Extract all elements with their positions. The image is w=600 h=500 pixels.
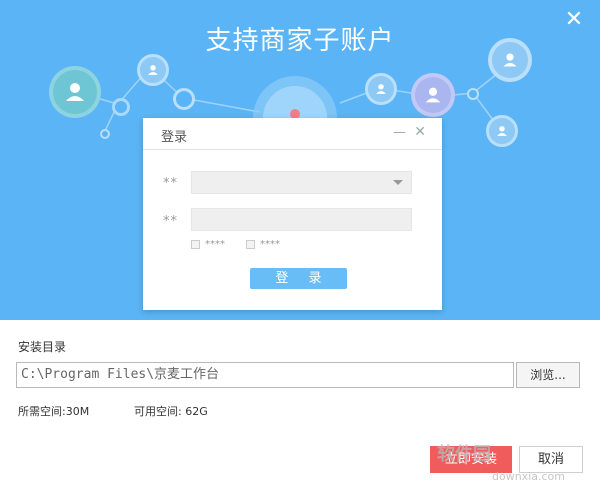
network-node: [112, 98, 130, 116]
watermark-url: downxia.com: [492, 470, 565, 483]
dialog-title: 登录: [161, 130, 188, 145]
required-space-text: 所需空间:30M: [18, 405, 90, 418]
network-node: [100, 129, 110, 139]
login-dialog-preview: 登录 — ✕ ** ** **** **** 登 录: [143, 118, 442, 310]
field-label: **: [163, 214, 178, 229]
user-avatar-icon: [365, 73, 397, 105]
checkbox-preview: ****: [246, 239, 280, 250]
available-space-text: 可用空间: 62G: [134, 405, 208, 418]
watermark-logo: 软件园: [437, 444, 491, 465]
close-icon[interactable]: ✕: [562, 8, 586, 32]
dialog-header: 登录 — ✕: [143, 118, 442, 150]
network-node: [173, 88, 195, 110]
user-avatar-icon: [53, 70, 97, 114]
login-button-preview: 登 录: [250, 268, 347, 289]
user-avatar-icon: [415, 77, 451, 113]
installer-window: 支持商家子账户 ✕ 登录 — ✕ ** ** **** **** 登 录 安装目…: [0, 0, 600, 500]
checkbox-preview: ****: [191, 239, 225, 250]
user-avatar-icon: [486, 115, 518, 147]
dropdown-arrow-icon: [393, 180, 403, 185]
field-label: **: [163, 176, 178, 191]
user-avatar-icon: [137, 54, 169, 86]
browse-button[interactable]: 浏览...: [516, 362, 580, 388]
account-select-preview: [191, 171, 412, 194]
cancel-button[interactable]: 取消: [519, 446, 583, 473]
install-dir-label: 安装目录: [18, 340, 67, 354]
hero-title: 支持商家子账户: [205, 26, 395, 56]
checkbox-label: ****: [260, 239, 280, 250]
checkbox-label: ****: [205, 239, 225, 250]
network-node: [467, 88, 479, 100]
hero-banner: 支持商家子账户 ✕ 登录 — ✕ ** ** **** **** 登 录: [0, 0, 600, 320]
install-path-input[interactable]: C:\Program Files\京麦工作台: [16, 362, 514, 388]
checkbox-box: [191, 240, 200, 249]
checkbox-box: [246, 240, 255, 249]
password-field-preview: [191, 208, 412, 231]
minimize-icon: —: [393, 125, 406, 140]
dialog-close-icon: ✕: [414, 124, 426, 140]
